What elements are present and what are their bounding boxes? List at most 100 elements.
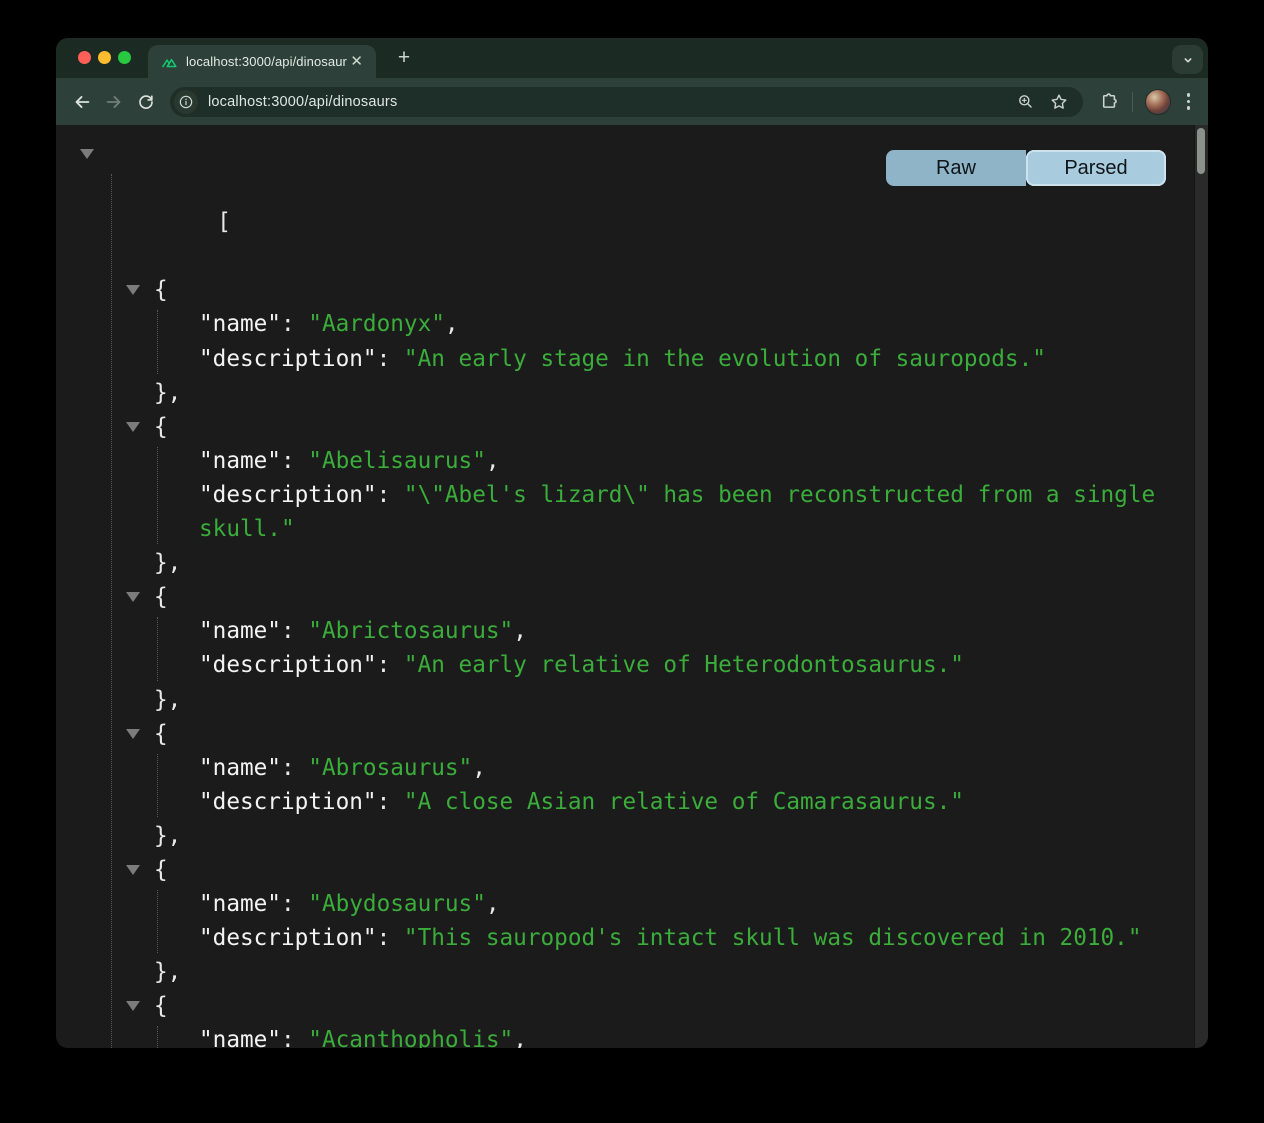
json-property-description: "description": "A close Asian relative o… <box>56 785 1194 819</box>
json-property-name: "name": "Abrosaurus", <box>56 751 1194 785</box>
property-key: "description" <box>199 652 377 678</box>
object-open-brace: { <box>154 277 168 303</box>
parsed-button[interactable]: Parsed <box>1026 150 1166 186</box>
tab-strip: localhost:3000/api/dinosaurs ✕ + <box>56 38 1208 78</box>
object-open-brace: { <box>154 584 168 610</box>
string-value: "Abrictosaurus" <box>308 618 513 644</box>
colon: : <box>377 652 404 678</box>
object-open-brace: { <box>154 857 168 883</box>
string-value: "This sauropod's intact skull was discov… <box>404 925 1142 951</box>
site-info-icon[interactable] <box>174 90 198 114</box>
json-object-open-row: { <box>56 273 1194 307</box>
profile-avatar[interactable] <box>1145 89 1171 115</box>
extensions-puzzle-icon[interactable] <box>1099 91 1120 112</box>
json-entry: {"name": "Aardonyx","description": "An e… <box>56 273 1194 409</box>
colon: : <box>377 925 404 951</box>
string-value: "Abydosaurus" <box>308 891 486 917</box>
string-value: "A close Asian relative of Camarasaurus.… <box>404 789 964 815</box>
collapse-toggle-icon[interactable] <box>80 149 94 159</box>
property-key: "name" <box>199 448 281 474</box>
json-property-description: "description": "\"Abel's lizard\" has be… <box>56 478 1194 546</box>
collapse-toggle-icon[interactable] <box>126 285 140 295</box>
reload-button[interactable] <box>130 86 162 118</box>
colon: : <box>281 1027 308 1048</box>
json-property-description: "description": "An early stage in the ev… <box>56 342 1194 376</box>
page-content: Raw Parsed [ {"name": "Aardonyx","descri… <box>56 125 1208 1048</box>
forward-button[interactable] <box>98 86 130 118</box>
close-window-button[interactable] <box>78 51 91 64</box>
comma: , <box>513 1027 527 1048</box>
colon: : <box>281 448 308 474</box>
browser-window: localhost:3000/api/dinosaurs ✕ + <box>56 38 1208 1048</box>
bookmark-star-icon[interactable] <box>1049 92 1069 112</box>
json-object-close-row: }, <box>56 546 1194 580</box>
raw-button[interactable]: Raw <box>886 150 1026 186</box>
property-key: "name" <box>199 755 281 781</box>
collapse-toggle-icon[interactable] <box>126 729 140 739</box>
property-key: "name" <box>199 311 281 337</box>
object-open-brace: { <box>154 993 168 1019</box>
maximize-window-button[interactable] <box>118 51 131 64</box>
comma: , <box>445 311 459 337</box>
json-object-close-row: }, <box>56 376 1194 410</box>
back-button[interactable] <box>66 86 98 118</box>
string-value: "An early stage in the evolution of saur… <box>404 346 1046 372</box>
json-entry: { "name": "Abrosaurus","description": "A … <box>56 717 1194 853</box>
json-property-name: "name": "Acanthopholis", <box>56 1023 1194 1048</box>
property-key: "description" <box>199 346 377 372</box>
json-property-name: "name": "Abrictosaurus", <box>56 614 1194 648</box>
tab-search-button[interactable] <box>1172 45 1203 74</box>
json-object-close-row: }, <box>56 819 1194 853</box>
json-entry: {"name": "Abydosaurus","description": "T… <box>56 853 1194 989</box>
json-property-name: "name": "Aardonyx", <box>56 307 1194 341</box>
object-close-brace: }, <box>154 959 181 985</box>
json-object-open-row: { <box>56 410 1194 444</box>
json-property-name: "name": "Abelisaurus", <box>56 444 1194 478</box>
chevron-down-icon <box>1180 52 1196 68</box>
collapse-toggle-icon[interactable] <box>126 1001 140 1011</box>
colon: : <box>281 891 308 917</box>
url-text: localhost:3000/api/dinosaurs <box>208 94 1016 110</box>
colon: : <box>377 482 404 508</box>
tab-title: localhost:3000/api/dinosaurs <box>186 54 347 69</box>
minimize-window-button[interactable] <box>98 51 111 64</box>
object-close-brace: }, <box>154 380 181 406</box>
json-object-close-row: }, <box>56 955 1194 989</box>
active-tab[interactable]: localhost:3000/api/dinosaurs ✕ <box>148 45 376 78</box>
collapse-toggle-icon[interactable] <box>126 592 140 602</box>
json-tree: [ {"name": "Aardonyx","description": "An… <box>56 125 1194 1048</box>
colon: : <box>377 346 404 372</box>
json-object-open-row: { <box>56 580 1194 614</box>
scrollbar-track[interactable] <box>1194 125 1208 1048</box>
object-open-brace: { <box>154 414 168 440</box>
json-property-description: "description": "This sauropod's intact s… <box>56 921 1194 955</box>
string-value: "Abrosaurus" <box>308 755 472 781</box>
property-key: "description" <box>199 482 377 508</box>
json-entry: {"name": "Abelisaurus","description": "\… <box>56 410 1194 580</box>
property-key: "name" <box>199 891 281 917</box>
scrollbar-thumb[interactable] <box>1197 128 1205 174</box>
tab-close-icon[interactable]: ✕ <box>347 52 366 71</box>
menu-kebab-icon[interactable] <box>1183 93 1195 110</box>
json-object-close-row: }, <box>56 683 1194 717</box>
comma: , <box>486 891 500 917</box>
string-value: "Acanthopholis" <box>308 1027 513 1048</box>
json-property-description: "description": "An early relative of Het… <box>56 648 1194 682</box>
object-open-brace: { <box>154 721 168 747</box>
string-value: "Abelisaurus" <box>308 448 486 474</box>
property-key: "name" <box>199 1027 281 1048</box>
string-value: "An early relative of Heterodontosaurus.… <box>404 652 964 678</box>
new-tab-button[interactable]: + <box>392 46 416 70</box>
property-key: "name" <box>199 618 281 644</box>
address-bar[interactable]: localhost:3000/api/dinosaurs <box>170 87 1083 117</box>
object-close-brace: }, <box>154 687 181 713</box>
collapse-toggle-icon[interactable] <box>126 422 140 432</box>
comma: , <box>472 755 486 781</box>
colon: : <box>281 618 308 644</box>
collapse-toggle-icon[interactable] <box>126 865 140 875</box>
zoom-icon[interactable] <box>1016 92 1035 111</box>
json-property-name: "name": "Abydosaurus", <box>56 887 1194 921</box>
traffic-lights <box>78 51 131 64</box>
comma: , <box>486 448 500 474</box>
view-toggle: Raw Parsed <box>886 150 1166 186</box>
